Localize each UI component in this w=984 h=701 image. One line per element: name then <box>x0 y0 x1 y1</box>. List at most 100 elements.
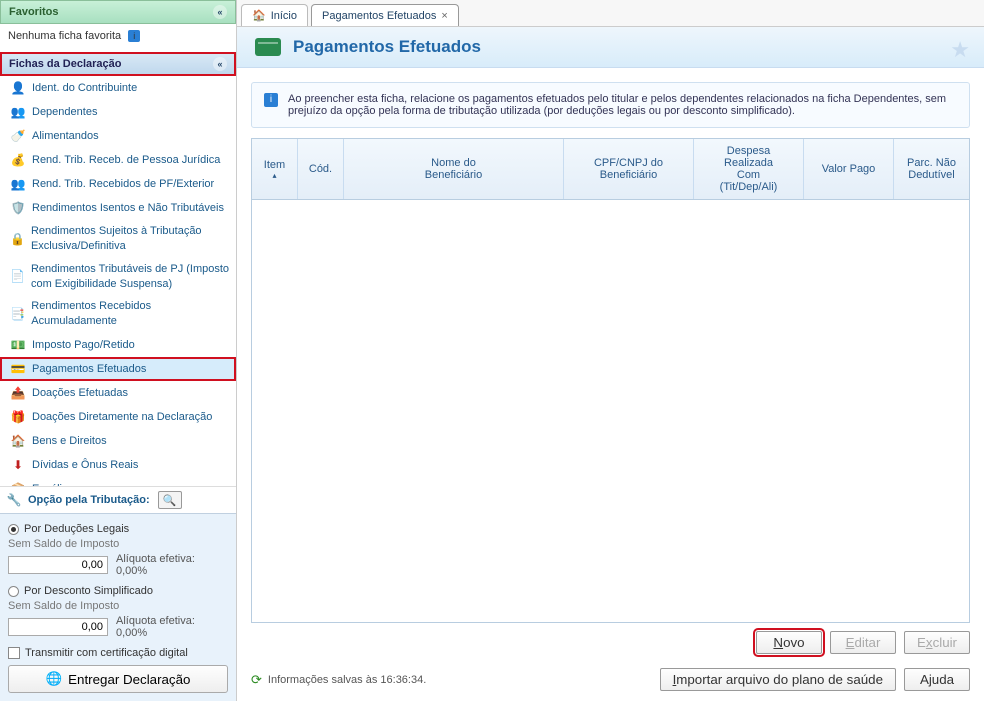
tax-option-icon: 🔧 <box>6 492 22 508</box>
info-icon[interactable]: i <box>128 30 140 42</box>
excluir-button: Excluir <box>904 631 970 654</box>
favorites-empty-text: Nenhuma ficha favorita <box>8 30 121 42</box>
globe-icon: 🌐 <box>46 671 63 687</box>
nav-item-label: Doações Efetuadas <box>32 386 128 401</box>
favorites-title: Favoritos <box>9 6 59 18</box>
sidebar-item-0[interactable]: 👤 Ident. do Contribuinte <box>0 76 236 100</box>
simplificado-value-input[interactable] <box>8 618 108 636</box>
nav-item-icon: 🛡️ <box>10 200 26 216</box>
nav-item-label: Imposto Pago/Retido <box>32 338 135 353</box>
fichas-title: Fichas da Declaração <box>9 58 122 70</box>
nav-item-icon: 👤 <box>10 80 26 96</box>
col-header-4[interactable]: DespesaRealizadaCom(Tit/Dep/Ali) <box>694 139 804 199</box>
editar-button: Editar <box>830 631 896 654</box>
page-header: Pagamentos Efetuados ★ <box>237 27 984 68</box>
nav-item-label: Pagamentos Efetuados <box>32 362 146 377</box>
col-header-2[interactable]: Nome doBeneficiário <box>344 139 564 199</box>
simplificado-sub: Sem Saldo de Imposto <box>8 600 228 612</box>
cert-checkbox[interactable] <box>8 647 20 659</box>
sidebar-item-14[interactable]: ⬇ Dívidas e Ônus Reais <box>0 453 236 477</box>
info-icon: i <box>264 93 278 107</box>
nav-list: 👤 Ident. do Contribuinte 👥Dependentes 🍼 Alim… <box>0 76 236 486</box>
nav-item-label: Dívidas e Ônus Reais <box>32 458 138 473</box>
nav-item-label: Rendimentos Tributáveis de PJ (Imposto c… <box>31 262 230 292</box>
page-title: Pagamentos Efetuados <box>293 37 481 57</box>
tab-0[interactable]: 🏠 Início <box>241 4 308 26</box>
sidebar-item-13[interactable]: 🏠 Bens e Direitos <box>0 429 236 453</box>
sidebar-item-3[interactable]: 💰 Rend. Trib. Receb. de Pessoa Jurídica <box>0 148 236 172</box>
nav-item-icon: 🍼 <box>10 128 26 144</box>
nav-item-icon: 🎁 <box>10 409 26 425</box>
simplificado-aliq: Alíquota efetiva: 0,00% <box>116 615 228 639</box>
radio-simplificado-label: Por Desconto Simplificado <box>24 585 153 597</box>
sidebar-item-8[interactable]: 📑 Rendimentos Recebidos Acumuladamente <box>0 295 236 333</box>
nav-item-icon: 📤 <box>10 385 26 401</box>
nav-item-icon: ⬇ <box>10 457 26 473</box>
tab-icon: 🏠 <box>252 9 266 22</box>
grid-body-empty <box>252 200 969 622</box>
col-header-1[interactable]: Cód. <box>298 139 344 199</box>
nav-item-label: Rend. Trib. Receb. de Pessoa Jurídica <box>32 153 220 168</box>
radio-deducoes-input[interactable] <box>8 524 19 535</box>
deliver-button[interactable]: 🌐 Entregar Declaração <box>8 665 228 693</box>
nav-item-label: Bens e Direitos <box>32 434 107 449</box>
favorite-star-icon[interactable]: ★ <box>950 37 970 63</box>
col-header-6[interactable]: Parc. NãoDedutível <box>894 139 969 199</box>
sidebar-item-2[interactable]: 🍼 Alimentandos <box>0 124 236 148</box>
tab-1[interactable]: Pagamentos Efetuados × <box>311 4 459 26</box>
nav-item-icon: 💰 <box>10 152 26 168</box>
sidebar-item-1[interactable]: 👥Dependentes <box>0 100 236 124</box>
tab-label: Início <box>271 10 297 22</box>
collapse-fichas-icon[interactable]: « <box>213 57 227 71</box>
sidebar-item-15[interactable]: 📦Espólio <box>0 477 236 486</box>
collapse-favorites-icon[interactable]: « <box>213 5 227 19</box>
nav-item-icon: 💳 <box>10 361 26 377</box>
nav-item-icon: 🏠 <box>10 433 26 449</box>
novo-button[interactable]: Novo <box>756 631 822 654</box>
sidebar-item-7[interactable]: 📄 Rendimentos Tributáveis de PJ (Imposto … <box>0 258 236 296</box>
nav-item-icon: 💵 <box>10 337 26 353</box>
tax-option-label: Opção pela Tributação: <box>28 494 150 506</box>
sidebar-item-5[interactable]: 🛡️ Rendimentos Isentos e Não Tributáveis <box>0 196 236 220</box>
col-header-5[interactable]: Valor Pago <box>804 139 894 199</box>
fichas-section-header[interactable]: Fichas da Declaração « <box>0 52 236 76</box>
nav-item-label: Doações Diretamente na Declaração <box>32 410 212 425</box>
radio-deducoes[interactable]: Por Deduções Legais <box>8 523 228 535</box>
tax-option-row: 🔧 Opção pela Tributação: 🔍 <box>0 486 236 513</box>
sidebar-item-11[interactable]: 📤 Doações Efetuadas <box>0 381 236 405</box>
col-header-3[interactable]: CPF/CNPJ doBeneficiário <box>564 139 694 199</box>
favorites-body: Nenhuma ficha favorita i <box>0 24 236 52</box>
deducoes-sub: Sem Saldo de Imposto <box>8 538 228 550</box>
nav-item-icon: 📄 <box>10 269 25 285</box>
sidebar-item-10[interactable]: 💳 Pagamentos Efetuados <box>0 357 236 381</box>
tab-label: Pagamentos Efetuados <box>322 10 436 22</box>
nav-item-icon: 🔒 <box>10 231 25 247</box>
nav-item-icon: 👥 <box>10 104 26 120</box>
col-header-0[interactable]: Item <box>252 139 298 199</box>
sidebar-item-4[interactable]: 👥Rend. Trib. Recebidos de PF/Exterior <box>0 172 236 196</box>
cert-checkbox-row[interactable]: Transmitir com certificação digital <box>8 647 228 659</box>
status-text: Informações salvas às 16:36:34. <box>268 674 426 686</box>
magnify-button[interactable]: 🔍 <box>158 491 182 509</box>
deducoes-value-input[interactable] <box>8 556 108 574</box>
radio-simplificado-input[interactable] <box>8 586 19 597</box>
tabs-bar: 🏠 Início Pagamentos Efetuados × <box>237 0 984 27</box>
sidebar-item-9[interactable]: 💵 Imposto Pago/Retido <box>0 333 236 357</box>
sidebar-item-6[interactable]: 🔒Rendimentos Sujeitos à Tributação Exclu… <box>0 220 236 258</box>
nav-item-label: Ident. do Contribuinte <box>32 81 137 96</box>
nav-item-icon: 📑 <box>10 306 25 322</box>
info-banner: i Ao preencher esta ficha, relacione os … <box>251 82 970 128</box>
nav-item-label: Rendimentos Isentos e Não Tributáveis <box>32 201 224 216</box>
favorites-section-header[interactable]: Favoritos « <box>0 0 236 24</box>
close-tab-icon[interactable]: × <box>441 10 447 22</box>
sidebar-item-12[interactable]: 🎁 Doações Diretamente na Declaração <box>0 405 236 429</box>
deliver-label: Entregar Declaração <box>68 672 190 687</box>
nav-item-label: Alimentandos <box>32 129 99 144</box>
radio-simplificado[interactable]: Por Desconto Simplificado <box>8 585 228 597</box>
ajuda-button[interactable]: Ajuda <box>904 668 970 691</box>
nav-item-label: Rendimentos Recebidos Acumuladamente <box>31 299 230 329</box>
info-text: Ao preencher esta ficha, relacione os pa… <box>288 93 957 117</box>
importar-button[interactable]: Importar arquivo do plano de saúde <box>660 668 896 691</box>
tax-panel: Por Deduções Legais Sem Saldo de Imposto… <box>0 513 236 701</box>
nav-item-icon: 👥 <box>10 176 26 192</box>
